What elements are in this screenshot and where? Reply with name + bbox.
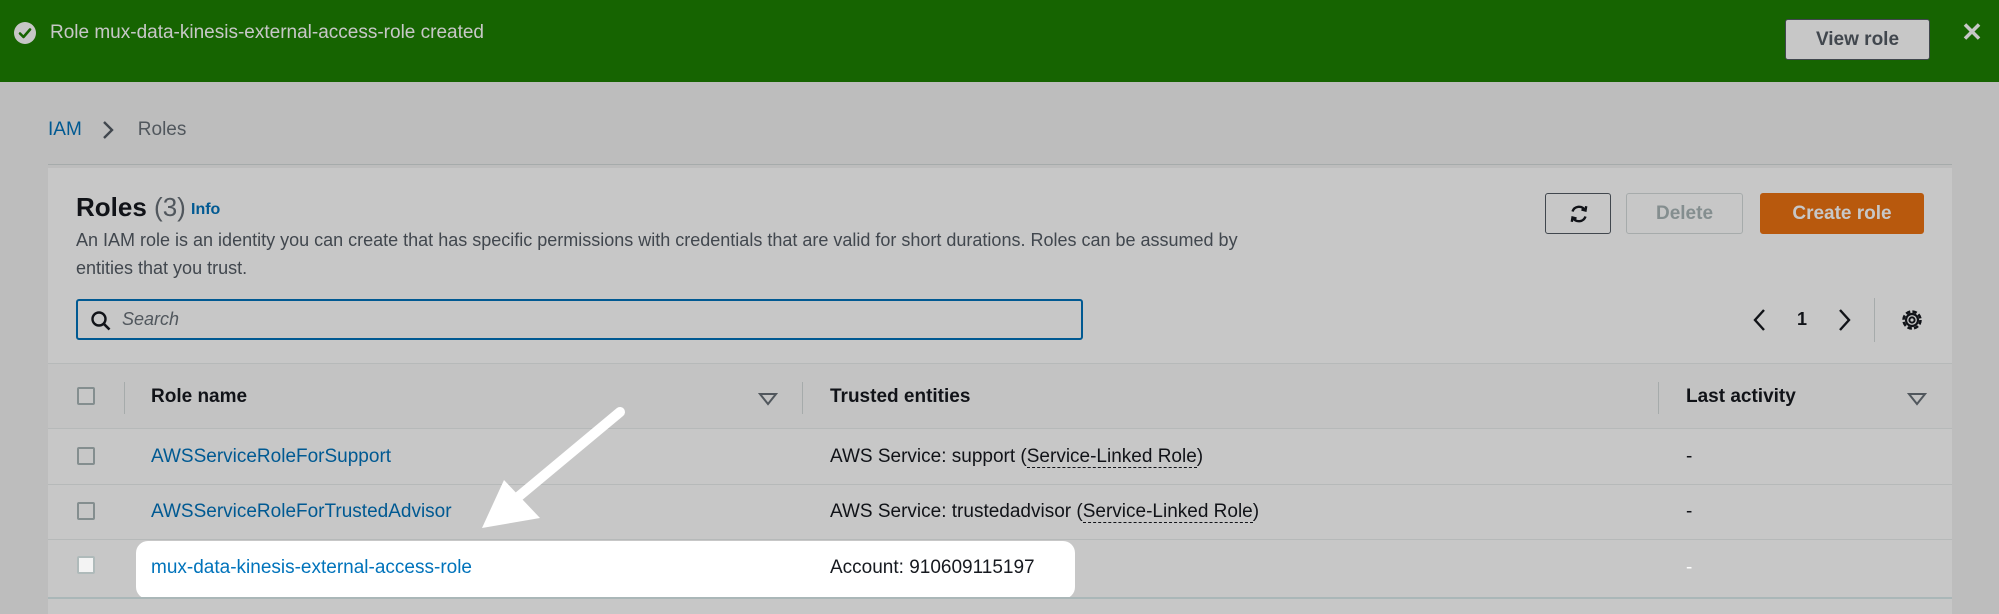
column-header-trusted-entities[interactable]: Trusted entities — [830, 386, 970, 408]
chevron-left-icon — [1753, 309, 1765, 331]
view-role-button[interactable]: View role — [1785, 19, 1930, 60]
role-name-link[interactable]: AWSServiceRoleForSupport — [151, 446, 391, 468]
column-divider — [124, 382, 125, 414]
next-page-button[interactable] — [1832, 306, 1856, 334]
table-row[interactable]: AWSServiceRoleForSupport AWS Service: su… — [48, 430, 1952, 485]
sort-caret-icon[interactable] — [758, 392, 778, 406]
breadcrumb-iam-link[interactable]: IAM — [48, 119, 82, 141]
trusted-prefix: AWS Service: support ( — [830, 446, 1027, 467]
role-count: (3) — [154, 192, 186, 222]
trusted-entities-cell: AWS Service: support (Service-Linked Rol… — [830, 446, 1203, 468]
last-activity-cell: - — [1686, 501, 1693, 522]
chevron-right-icon — [102, 118, 114, 142]
column-divider — [802, 382, 803, 414]
breadcrumb: IAM Roles — [48, 118, 186, 142]
column-header-role-name[interactable]: Role name — [151, 386, 247, 408]
delete-button[interactable]: Delete — [1626, 193, 1743, 234]
gear-icon[interactable] — [1898, 306, 1926, 334]
current-page-number[interactable]: 1 — [1792, 309, 1812, 330]
search-input[interactable] — [122, 301, 1062, 338]
column-header-last-activity[interactable]: Last activity — [1686, 386, 1796, 408]
service-linked-role-tooltip[interactable]: Service-Linked Role — [1026, 446, 1197, 468]
trusted-entities-cell: Account: 910609115197 — [830, 557, 1035, 578]
trusted-suffix: ) — [1252, 501, 1260, 522]
panel-title-text: Roles — [76, 192, 147, 222]
refresh-icon — [1570, 205, 1588, 223]
divider — [1874, 298, 1875, 342]
trusted-entities-cell: AWS Service: trustedadvisor (Service-Lin… — [830, 501, 1259, 523]
row-checkbox[interactable] — [77, 447, 95, 465]
row-checkbox[interactable] — [77, 502, 95, 520]
role-name-link[interactable]: AWSServiceRoleForTrustedAdvisor — [151, 501, 452, 523]
search-icon — [91, 311, 111, 331]
column-divider — [1658, 382, 1659, 414]
divider — [48, 164, 1952, 165]
breadcrumb-current: Roles — [137, 119, 187, 140]
table-header: Role name Trusted entities Last activity — [48, 363, 1952, 429]
refresh-button[interactable] — [1545, 193, 1611, 234]
annotation-arrow-icon — [482, 407, 625, 528]
last-activity-cell: - — [1686, 557, 1693, 578]
banner-message: Role mux-data-kinesis-external-access-ro… — [50, 22, 485, 43]
select-all-checkbox[interactable] — [77, 387, 95, 405]
role-name-link[interactable]: mux-data-kinesis-external-access-role — [151, 557, 472, 579]
trusted-prefix: AWS Service: trustedadvisor ( — [830, 501, 1083, 522]
check-circle-icon — [14, 22, 36, 44]
last-activity-cell: - — [1686, 446, 1693, 467]
chevron-right-icon — [1839, 309, 1851, 331]
panel-description: An IAM role is an identity you can creat… — [76, 230, 1238, 278]
create-role-button[interactable]: Create role — [1760, 193, 1924, 234]
service-linked-role-tooltip[interactable]: Service-Linked Role — [1082, 501, 1253, 523]
success-banner: Role mux-data-kinesis-external-access-ro… — [0, 0, 1999, 82]
row-checkbox[interactable] — [77, 556, 95, 574]
table-row[interactable]: AWSServiceRoleForTrustedAdvisor AWS Serv… — [48, 485, 1952, 540]
info-link[interactable]: Info — [191, 201, 220, 219]
page-title: Roles (3) — [76, 192, 186, 223]
sort-caret-icon[interactable] — [1907, 392, 1927, 406]
previous-page-button[interactable] — [1748, 306, 1772, 334]
trusted-suffix: ) — [1196, 446, 1204, 467]
table-bottom-border — [48, 597, 1952, 599]
search-box[interactable] — [76, 299, 1083, 340]
close-icon[interactable]: ✕ — [1960, 18, 1984, 46]
